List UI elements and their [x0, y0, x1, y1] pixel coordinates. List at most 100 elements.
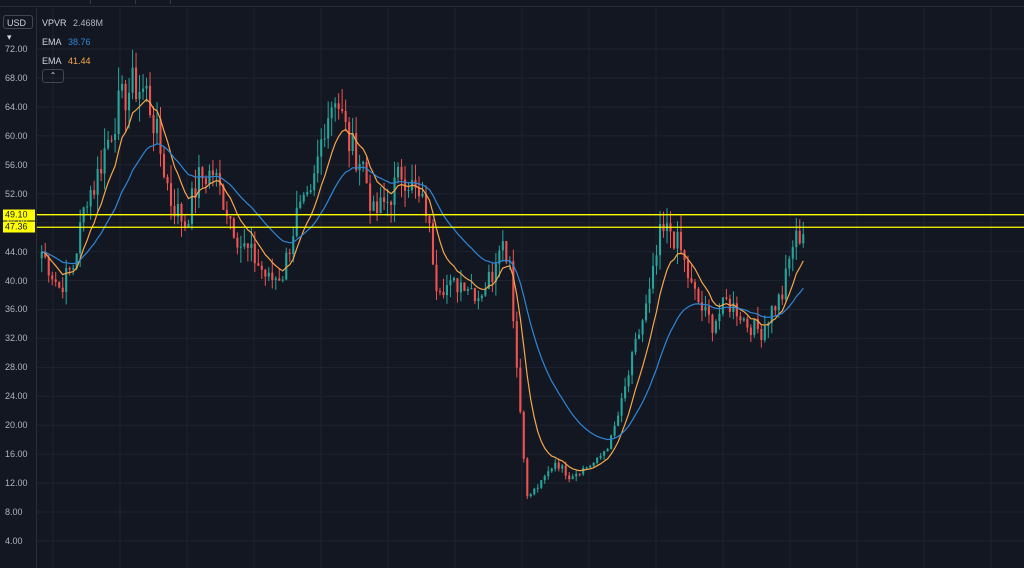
candle-body — [459, 282, 462, 293]
candle — [753, 318, 756, 338]
candle — [742, 317, 745, 322]
candle-body — [431, 223, 435, 265]
candle — [407, 182, 410, 198]
candle — [376, 192, 379, 221]
ema-fast-line — [41, 98, 804, 472]
candle — [477, 290, 480, 310]
candle-body — [652, 265, 655, 289]
candle — [662, 211, 665, 238]
candle — [148, 72, 152, 118]
candle — [679, 215, 683, 255]
candle-body — [369, 183, 372, 211]
candle-body — [585, 467, 588, 469]
candle-body — [561, 465, 564, 469]
candle — [431, 219, 435, 265]
candle-body — [72, 268, 75, 270]
candle — [624, 377, 627, 402]
candle-body — [61, 287, 64, 293]
candle-body — [477, 298, 480, 302]
candle — [704, 295, 707, 317]
candle-body — [638, 334, 641, 339]
candle-body — [700, 302, 703, 311]
candle — [627, 370, 630, 393]
candle-body — [243, 243, 246, 247]
candle — [515, 311, 518, 378]
candle — [522, 410, 525, 463]
legend-collapse-button[interactable]: ⌃ — [42, 69, 64, 83]
candle — [369, 174, 372, 224]
candle — [316, 139, 319, 183]
candle-body — [763, 326, 766, 341]
candle — [313, 165, 316, 197]
candle — [725, 288, 728, 301]
candle — [183, 215, 187, 232]
candle-body — [749, 327, 752, 336]
candle — [672, 231, 676, 250]
candle-body — [417, 187, 421, 197]
candle-body — [620, 398, 623, 416]
candle — [707, 299, 710, 324]
candle-body — [599, 455, 602, 458]
horizontal-line-price-label[interactable]: 49.10 — [3, 209, 35, 221]
candle — [652, 252, 655, 294]
candle-body — [704, 306, 707, 311]
candle-body — [781, 294, 784, 300]
candle-body — [93, 190, 96, 195]
candle-body — [753, 318, 756, 336]
toolbar-section — [140, 0, 171, 4]
candle-body — [777, 294, 780, 311]
candle — [288, 248, 291, 262]
legend-vpvr[interactable]: VPVR 2.468M — [42, 14, 103, 33]
candle-body — [679, 232, 683, 251]
candle-body — [645, 303, 648, 321]
candle — [554, 458, 557, 472]
candle-body — [564, 465, 567, 476]
candle-body — [348, 122, 351, 152]
candle — [65, 259, 68, 305]
candle — [169, 165, 173, 220]
candle-body — [330, 107, 333, 119]
candle-body — [533, 488, 536, 495]
candle-body — [438, 291, 442, 293]
candle-body — [746, 318, 749, 328]
candle-body — [603, 451, 606, 456]
currency-selector[interactable]: USD ▾ — [3, 15, 33, 42]
candle-body — [159, 118, 162, 154]
candle — [438, 287, 442, 296]
candle — [187, 219, 190, 228]
candle — [344, 99, 347, 132]
candle — [435, 249, 438, 300]
candle-body — [383, 197, 386, 203]
candle-body — [376, 201, 379, 214]
candle — [246, 243, 249, 262]
candle-body — [65, 268, 68, 293]
legend-ema-slow[interactable]: EMA 38.76 — [42, 33, 103, 52]
candle — [243, 229, 246, 250]
candle — [648, 277, 651, 313]
candle-body — [655, 255, 658, 266]
candle — [543, 474, 546, 484]
price-tick-label: 24.00 — [5, 391, 28, 402]
candle — [86, 201, 89, 214]
candle-body — [676, 232, 679, 249]
candle — [306, 185, 309, 197]
price-axis[interactable]: USD ▾ 72.0068.0064.0060.0056.0052.0048.0… — [0, 8, 37, 568]
candle — [571, 473, 574, 480]
candle — [456, 277, 459, 303]
candle-body — [463, 282, 466, 291]
price-chart[interactable] — [37, 8, 1024, 568]
candle-body — [86, 206, 89, 208]
candle — [204, 175, 207, 194]
candle — [568, 471, 571, 483]
candle-body — [529, 494, 532, 497]
candle-body — [554, 462, 557, 469]
candle-body — [571, 476, 574, 480]
candle-body — [295, 207, 298, 237]
candle-body — [260, 265, 263, 270]
candle — [180, 202, 183, 237]
candle-body — [267, 272, 270, 277]
candle — [362, 160, 365, 173]
candle — [449, 274, 452, 298]
horizontal-line-price-label[interactable]: 47.36 — [3, 221, 35, 233]
candle-body — [505, 241, 508, 263]
